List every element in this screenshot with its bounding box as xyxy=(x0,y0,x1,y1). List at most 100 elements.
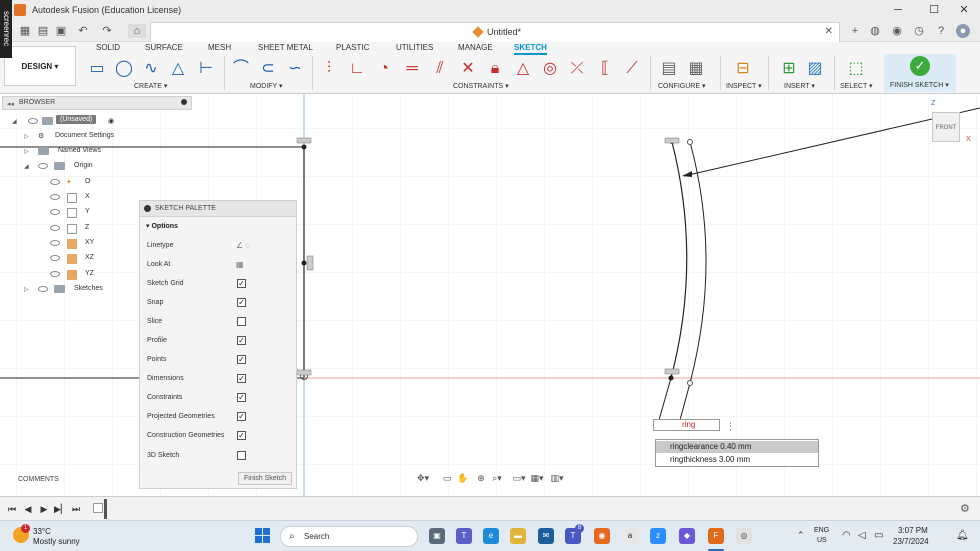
viewcube[interactable]: FRONT xyxy=(932,112,960,142)
home-icon[interactable]: ⌂ xyxy=(128,24,146,38)
screenrec-taskbar-icon[interactable]: ◎ xyxy=(736,528,752,544)
start-button[interactable] xyxy=(255,528,271,544)
file-explorer-icon[interactable]: ▬ xyxy=(510,528,526,544)
snap-checkbox[interactable]: ✓ xyxy=(237,298,246,307)
visibility-eye-icon[interactable] xyxy=(50,271,60,277)
profile-checkbox[interactable]: ✓ xyxy=(237,336,246,345)
dimension-value-input[interactable]: ring xyxy=(653,419,720,431)
circle-tool-icon[interactable]: ◯ xyxy=(113,58,135,80)
measure-icon[interactable]: ⊟ xyxy=(732,58,754,80)
weather-description[interactable]: Mostly sunny xyxy=(33,537,80,546)
fillet-tool-icon[interactable]: ⌒ xyxy=(230,58,252,80)
finish-sketch-button[interactable]: ✓ FINISH SKETCH ▾ xyxy=(884,54,956,92)
constraints-checkbox[interactable]: ✓ xyxy=(237,393,246,402)
constraint-glyph[interactable] xyxy=(306,255,314,271)
insert-group-label[interactable]: INSERT ▾ xyxy=(784,82,815,90)
undo-icon[interactable]: ↶ xyxy=(76,24,90,38)
constraint-glyph[interactable] xyxy=(296,369,312,376)
taskbar-search[interactable]: ⌕ Search xyxy=(280,526,418,547)
visibility-eye-icon[interactable] xyxy=(28,118,38,124)
expand-arrow-icon[interactable]: ▷ xyxy=(24,148,29,155)
configure-group-label[interactable]: CONFIGURE ▾ xyxy=(658,82,705,90)
job-status-icon[interactable]: ◉ xyxy=(890,24,904,38)
visibility-eye-icon[interactable] xyxy=(50,179,60,185)
construction-linetype-icon[interactable]: ∠ ◌ xyxy=(236,241,250,250)
browser-collapse-icon[interactable]: ◂◂ xyxy=(7,100,15,108)
insert-derive-icon[interactable]: ⊞ xyxy=(778,58,800,80)
workspace-switcher[interactable]: DESIGN ▾ xyxy=(4,46,76,86)
look-at-nav-icon[interactable]: ▭ xyxy=(440,473,454,485)
mail-icon[interactable]: ✉ xyxy=(538,528,554,544)
copilot-icon[interactable]: ◆ xyxy=(679,528,695,544)
amazon-icon[interactable]: a xyxy=(622,528,638,544)
sketch-palette-header[interactable]: SKETCH PALETTE xyxy=(140,201,296,217)
firefox-icon[interactable]: ◉ xyxy=(594,528,610,544)
collinear-constraint-icon[interactable]: ⤫ xyxy=(566,58,588,80)
grid-menu-icon[interactable]: ▦ xyxy=(18,24,32,38)
timeline-play-icon[interactable]: ▶ xyxy=(38,503,50,515)
close-tab-icon[interactable]: ✕ xyxy=(825,26,833,37)
tree-item-document-settings[interactable]: ▷ ⚙ Document Settings xyxy=(24,130,144,145)
sketch-point[interactable] xyxy=(301,144,307,150)
file-menu-icon[interactable]: ▤ xyxy=(36,24,50,38)
timeline-start-icon[interactable]: ⏮ xyxy=(6,503,18,515)
input-region[interactable]: US xyxy=(817,537,827,544)
grid-settings-icon[interactable]: ▦▾ xyxy=(530,473,544,485)
tree-item-x-axis[interactable]: X xyxy=(50,191,140,206)
slice-checkbox[interactable] xyxy=(237,317,246,326)
input-language[interactable]: ENG xyxy=(814,527,829,534)
offset-tool-icon[interactable]: ⊂ xyxy=(257,58,279,80)
tree-item-sketches[interactable]: ▷ Sketches xyxy=(24,283,144,298)
volume-icon[interactable]: ◁ xyxy=(858,530,866,541)
timeline-end-icon[interactable]: ⏭ xyxy=(70,503,82,515)
tree-item-xy-plane[interactable]: XY xyxy=(50,237,140,252)
coincident-constraint-icon[interactable]: ✕ xyxy=(457,58,479,80)
maximize-button[interactable]: ☐ xyxy=(922,2,946,18)
orbit-icon[interactable]: ✥▾ xyxy=(416,473,430,485)
tab-sheet-metal[interactable]: SHEET METAL xyxy=(258,43,313,52)
constraint-glyph[interactable] xyxy=(664,137,680,144)
new-tab-icon[interactable]: + xyxy=(848,24,862,38)
close-button[interactable]: ✕ xyxy=(952,2,976,18)
help-icon[interactable]: ? xyxy=(934,24,948,38)
points-checkbox[interactable]: ✓ xyxy=(237,355,246,364)
tray-overflow-icon[interactable]: ⌃ xyxy=(797,530,805,541)
weather-temperature[interactable]: 33°C xyxy=(33,527,51,536)
autocomplete-item[interactable]: ringthickness 3.00 mm xyxy=(656,454,818,466)
perpendicular-constraint-icon[interactable]: ∟ xyxy=(346,58,368,80)
user-avatar[interactable]: ● xyxy=(956,24,970,38)
task-view-icon[interactable]: ▣ xyxy=(429,528,445,544)
tree-item-origin[interactable]: ◢ Origin xyxy=(24,160,144,175)
table-icon[interactable]: ▦ xyxy=(685,58,707,80)
pan-icon[interactable]: ✋ xyxy=(456,473,470,485)
symmetry-constraint-icon[interactable]: ⟦ xyxy=(594,58,616,80)
equal-constraint-icon[interactable]: ═ xyxy=(401,58,423,80)
tree-item-z-axis[interactable]: Z xyxy=(50,222,140,237)
select-window-icon[interactable]: ⬚ xyxy=(845,58,867,80)
wifi-icon[interactable]: ◠ xyxy=(842,530,851,541)
sketch-point[interactable] xyxy=(301,260,307,266)
battery-icon[interactable]: ▭ xyxy=(874,530,883,541)
inspect-group-label[interactable]: INSPECT ▾ xyxy=(726,82,762,90)
fusion-taskbar-icon[interactable]: F xyxy=(708,528,724,544)
visibility-eye-icon[interactable] xyxy=(50,225,60,231)
spline-tool-icon[interactable]: ∿ xyxy=(140,58,162,80)
insert-image-icon[interactable]: ▨ xyxy=(804,58,826,80)
save-icon[interactable]: ▣ xyxy=(54,24,68,38)
horizontal-constraint-icon[interactable]: ⫶ xyxy=(318,58,340,80)
tree-item-root[interactable]: ◢ (Unsaved) ◉ xyxy=(12,115,132,130)
visibility-eye-icon[interactable] xyxy=(50,209,60,215)
sketch-point[interactable] xyxy=(687,380,693,386)
expand-arrow-icon[interactable]: ◢ xyxy=(24,163,29,170)
concentric-constraint-icon[interactable]: ◎ xyxy=(539,58,561,80)
tab-utilities[interactable]: UTILITIES xyxy=(396,43,433,52)
timeline-back-icon[interactable]: ◀ xyxy=(22,503,34,515)
zoom-icon[interactable]: ⊕ xyxy=(474,473,488,485)
timeline-sketch-feature[interactable] xyxy=(93,503,103,513)
notification-bell-icon[interactable]: 🔔︎ xyxy=(956,530,969,541)
tree-item-named-views[interactable]: ▷ Named Views xyxy=(24,145,144,160)
tab-sketch[interactable]: SKETCH xyxy=(514,43,547,55)
timeline-marker[interactable] xyxy=(104,499,107,519)
parallel-constraint-icon[interactable]: ⫽ xyxy=(429,58,451,80)
display-settings-icon[interactable]: ▭▾ xyxy=(512,473,526,485)
